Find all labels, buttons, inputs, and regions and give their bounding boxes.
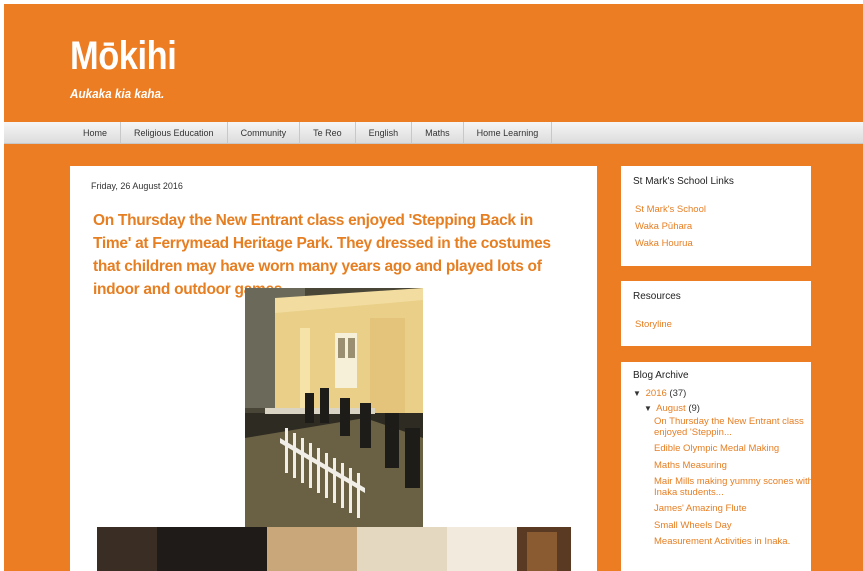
archive-year-row: ▼ 2016 (37)	[633, 388, 686, 399]
blog-title[interactable]: Mōkihi	[70, 34, 177, 79]
resources-widget: Resources Storyline	[621, 281, 811, 346]
tab-religious-education[interactable]: Religious Education	[121, 122, 228, 144]
link-waka-hourua[interactable]: Waka Hourua	[635, 238, 693, 249]
page-background: Mōkihi Aukaka kia kaha. Home Religious E…	[4, 4, 863, 571]
collapse-arrow-icon[interactable]: ▼	[633, 389, 643, 398]
archive-month-count: (9)	[688, 403, 700, 414]
resources-title: Resources	[633, 291, 681, 302]
link-st-marks-school[interactable]: St Mark's School	[635, 204, 706, 215]
post-photo-building[interactable]	[245, 288, 423, 528]
nav-tabs: Home Religious Education Community Te Re…	[4, 122, 863, 144]
school-links-widget: St Mark's School Links St Mark's School …	[621, 166, 811, 266]
tab-maths[interactable]: Maths	[412, 122, 464, 144]
tab-te-reo[interactable]: Te Reo	[300, 122, 356, 144]
collapse-arrow-icon[interactable]: ▼	[644, 404, 654, 413]
archive-post-link[interactable]: Measurement Activities in Inaka.	[654, 536, 814, 548]
tab-english[interactable]: English	[356, 122, 413, 144]
archive-post-link[interactable]: Small Wheels Day	[654, 520, 814, 532]
post-date: Friday, 26 August 2016	[91, 181, 183, 191]
archive-post-link[interactable]: Mair Mills making yummy scones with Inak…	[654, 476, 814, 498]
main-post-column: Friday, 26 August 2016 On Thursday the N…	[70, 166, 597, 571]
archive-year-count: (37)	[669, 388, 687, 399]
blog-description: Aukaka kia kaha.	[70, 86, 165, 101]
post-photo-indoor[interactable]	[97, 527, 571, 571]
archive-month-row: ▼ August (9)	[644, 403, 700, 414]
blog-archive-widget: Blog Archive ▼ 2016 (37) ▼ August (9) On…	[621, 362, 814, 571]
link-waka-puhara[interactable]: Waka Pūhara	[635, 221, 692, 232]
archive-post-list: On Thursday the New Entrant class enjoye…	[654, 416, 814, 554]
archive-post-link[interactable]: On Thursday the New Entrant class enjoye…	[654, 416, 814, 438]
indoor-photo-illustration	[97, 527, 571, 571]
tab-community[interactable]: Community	[228, 122, 301, 144]
archive-month-link[interactable]: August	[656, 403, 686, 414]
link-storyline[interactable]: Storyline	[635, 319, 672, 330]
archive-year-link[interactable]: 2016	[646, 388, 667, 399]
blog-archive-title: Blog Archive	[633, 370, 689, 381]
tab-home-learning[interactable]: Home Learning	[464, 122, 553, 144]
archive-post-link[interactable]: James' Amazing Flute	[654, 503, 814, 515]
school-links-title: St Mark's School Links	[633, 176, 734, 187]
building-photo-illustration	[245, 288, 423, 528]
archive-post-link[interactable]: Edible Olympic Medal Making	[654, 443, 814, 455]
archive-post-link[interactable]: Maths Measuring	[654, 460, 814, 472]
tab-home[interactable]: Home	[70, 122, 122, 144]
